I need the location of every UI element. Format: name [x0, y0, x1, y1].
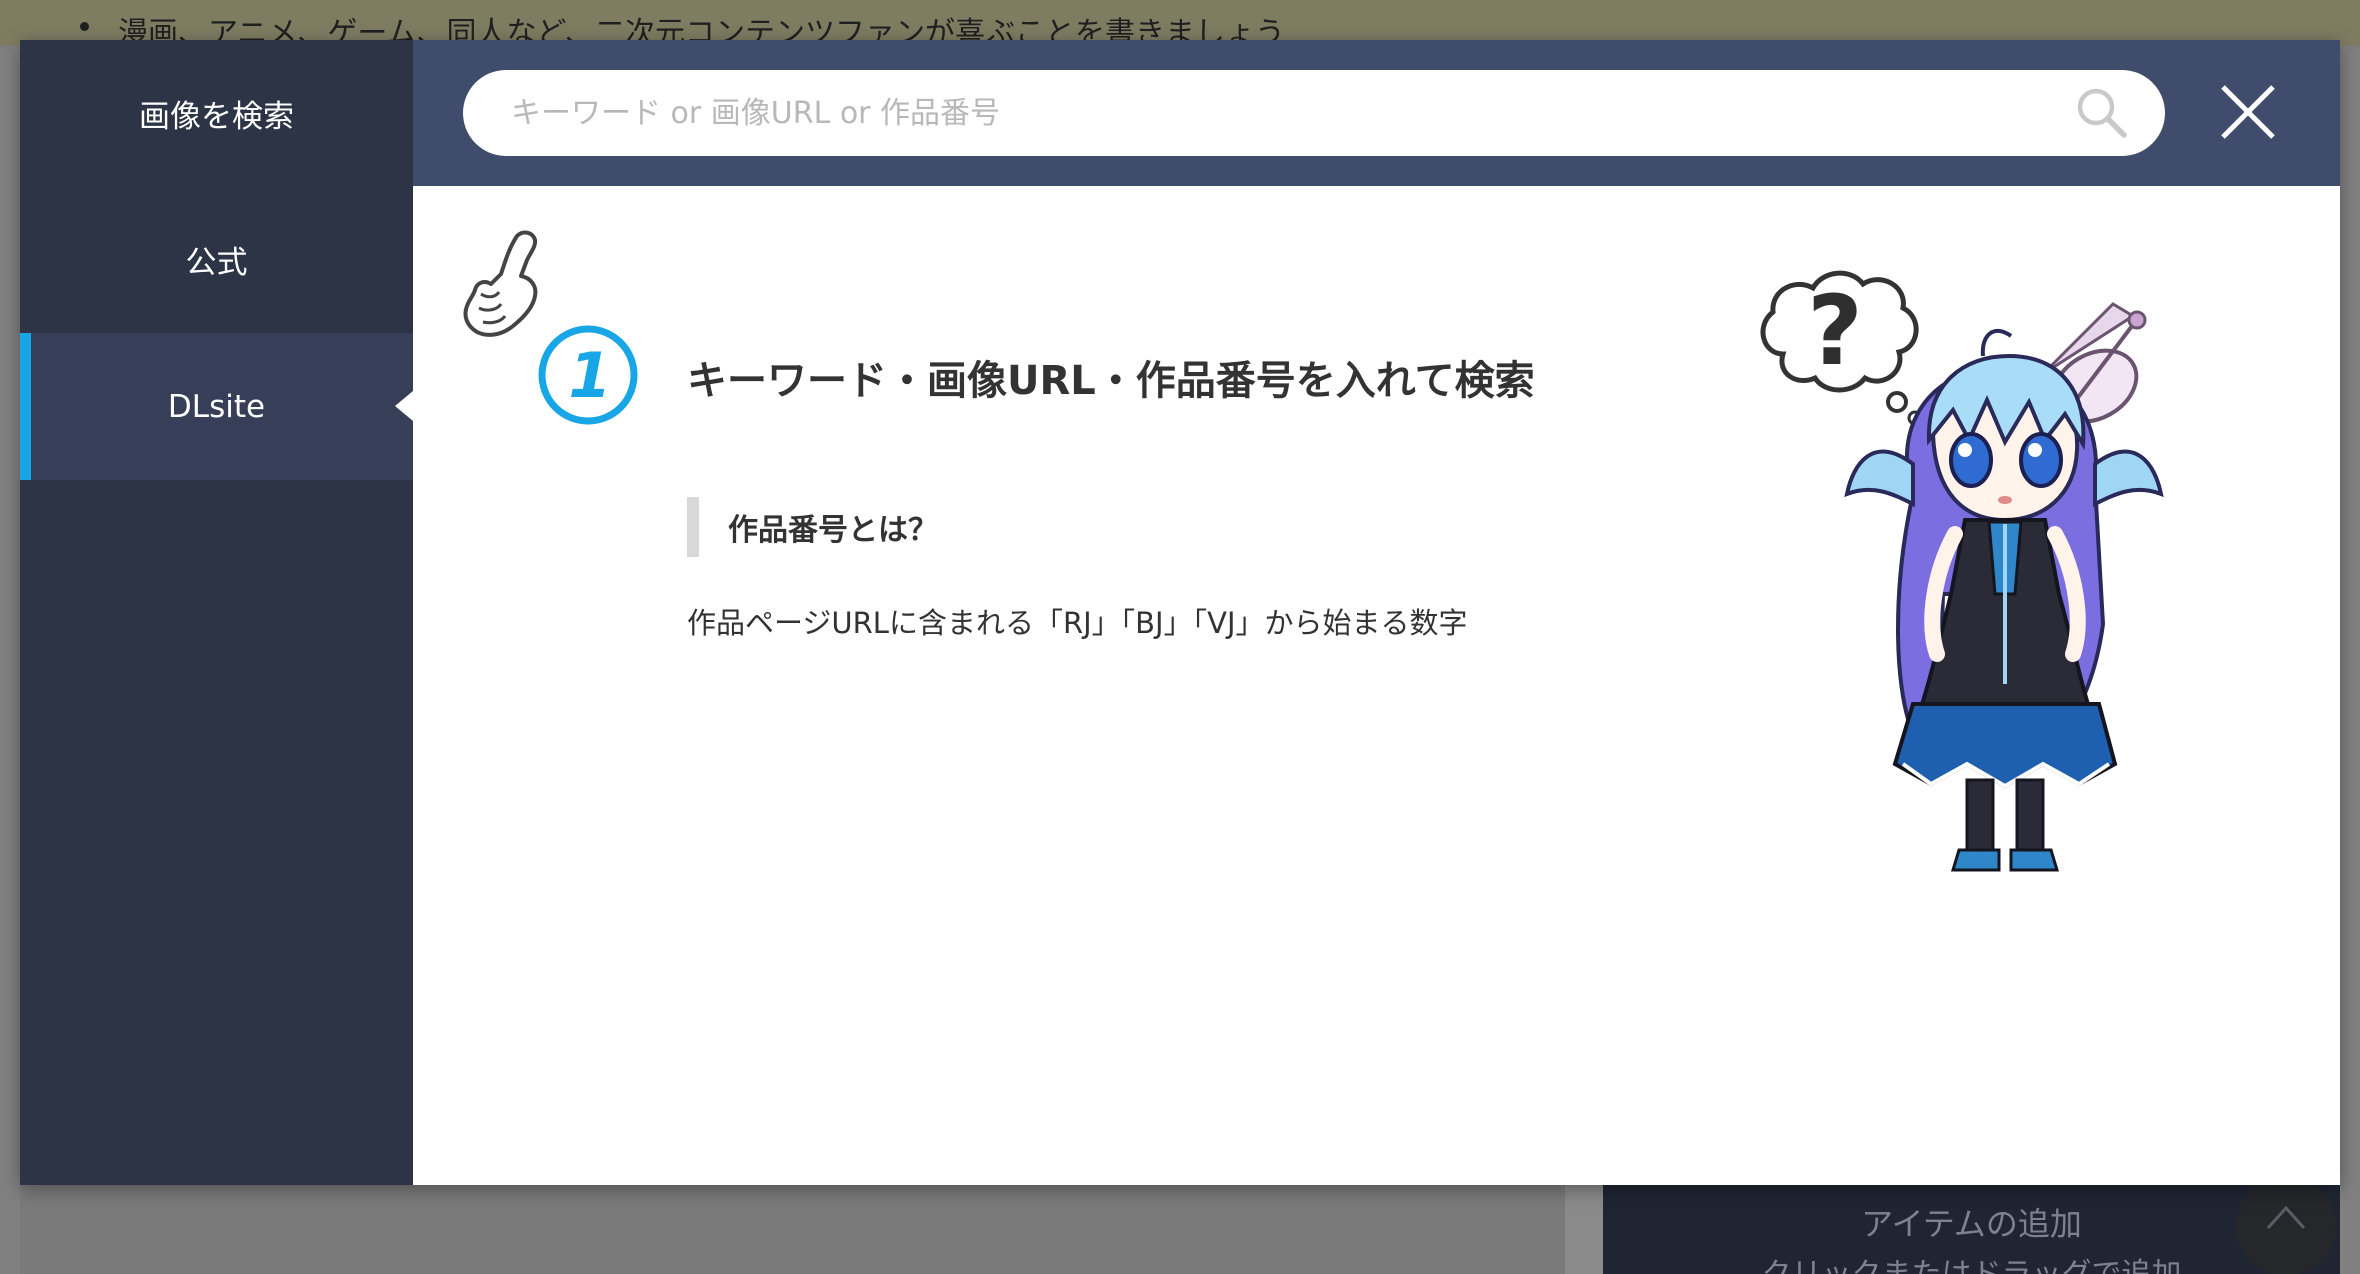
chevron-up-icon [2266, 1205, 2306, 1230]
search-box [463, 70, 2165, 156]
step-heading: キーワード・画像URL・作品番号を入れて検索 [687, 358, 1535, 404]
active-indicator [20, 333, 31, 480]
search-header [413, 40, 2340, 186]
add-item-subtitle: クリックまたはドラッグで追加 [1603, 1249, 2340, 1274]
mascot-illustration: ? [1760, 270, 2164, 872]
subheading: 作品番号とは？ [728, 513, 938, 548]
sidebar-item-official[interactable]: 公式 [20, 186, 413, 333]
subheading-box: 作品番号とは？ [687, 497, 938, 557]
search-icon[interactable] [2075, 86, 2129, 140]
description-text: 作品ページURLに含まれる「RJ」「BJ」「VJ」から始まる数字 [687, 606, 1468, 640]
question-bubble-icon: ? [1760, 270, 1923, 426]
search-guide-content: 1 キーワード・画像URL・作品番号を入れて検索 作品番号とは？ 作品ページUR… [413, 186, 2340, 1185]
background-page-edge [0, 46, 20, 1274]
active-pointer [395, 391, 413, 421]
sidebar-item-label: 公式 [185, 245, 248, 281]
image-search-modal: 画像を検索 公式 DLsite キーワード or 画像URL or 作品番号 1… [20, 40, 2340, 1185]
sidebar-item-dlsite[interactable]: DLsite [20, 333, 413, 480]
add-item-title: アイテムの追加 [1861, 1205, 2082, 1243]
bullet-icon [80, 22, 89, 31]
scroll-to-top-button[interactable] [2236, 1176, 2336, 1274]
sidebar: 画像を検索 公式 DLsite [20, 40, 413, 1185]
step-number-icon: 1 [538, 325, 638, 425]
close-icon[interactable] [2218, 82, 2278, 142]
step-number: 1 [568, 339, 611, 412]
background-content-area [20, 1185, 1565, 1274]
background-gutter [1565, 1185, 1603, 1274]
add-item-panel[interactable]: アイテムの追加 クリックまたはドラッグで追加 [1603, 1185, 2340, 1274]
svg-text:?: ? [1807, 275, 1863, 387]
search-input[interactable] [511, 70, 2051, 156]
sidebar-title: 画像を検索 [139, 98, 294, 135]
sidebar-item-label: DLsite [167, 388, 266, 425]
